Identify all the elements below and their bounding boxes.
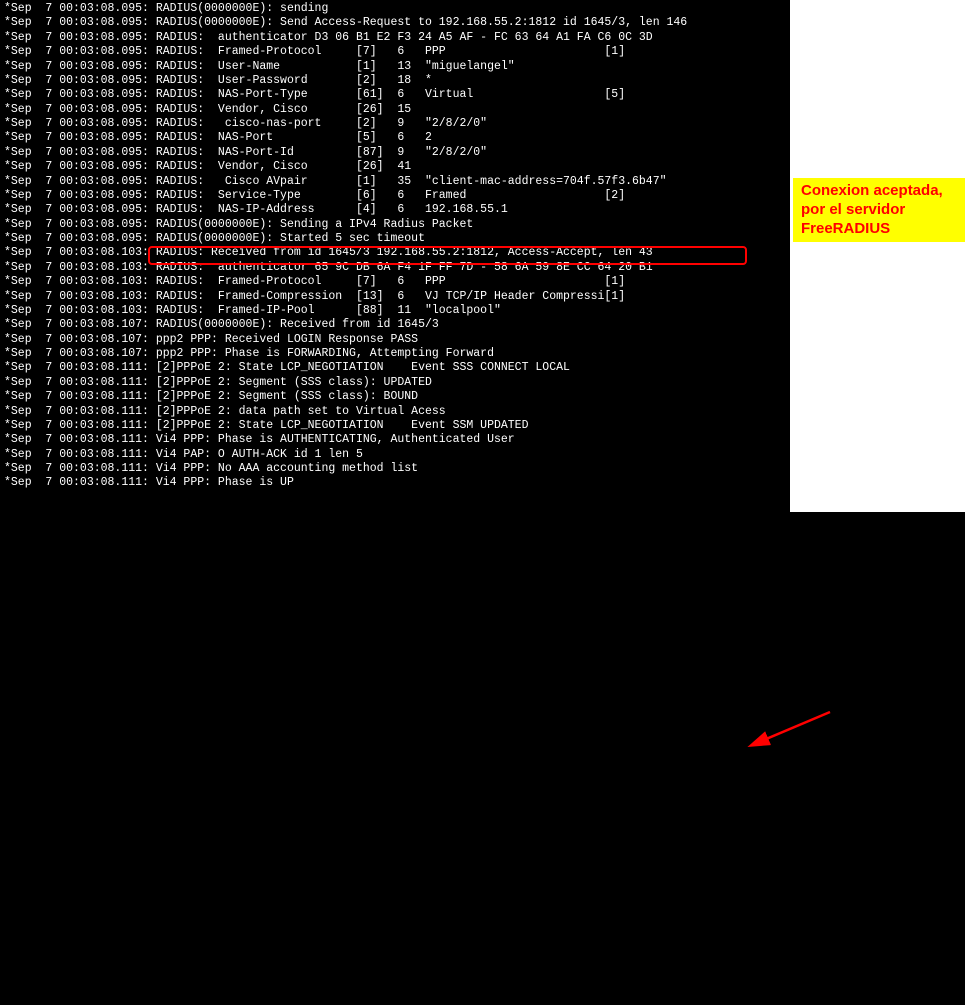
- log-line: *Sep 7 00:03:08.111: Vi4 PPP: Phase is A…: [4, 433, 794, 447]
- log-line: *Sep 7 00:03:08.095: RADIUS(0000000E): S…: [4, 218, 794, 232]
- log-line: *Sep 7 00:03:08.103: RADIUS: Framed-Prot…: [4, 275, 794, 289]
- log-line: *Sep 7 00:03:08.095: RADIUS(0000000E): s…: [4, 2, 794, 16]
- log-line: *Sep 7 00:03:08.111: [2]PPPoE 2: data pa…: [4, 405, 794, 419]
- log-line: *Sep 7 00:03:08.103: RADIUS: authenticat…: [4, 261, 794, 275]
- callout-line2: por el servidor FreeRADIUS: [801, 201, 905, 237]
- log-line: *Sep 7 00:03:08.111: [2]PPPoE 2: Segment…: [4, 376, 794, 390]
- log-line: *Sep 7 00:03:08.107: ppp2 PPP: Received …: [4, 333, 794, 347]
- log-line: *Sep 7 00:03:08.095: RADIUS: Vendor, Cis…: [4, 160, 794, 174]
- right-background: [790, 0, 965, 512]
- log-line: *Sep 7 00:03:08.111: Vi4 PPP: Phase is U…: [4, 476, 794, 490]
- callout-line1: Conexion aceptada,: [801, 182, 943, 199]
- log-line: *Sep 7 00:03:08.095: RADIUS: Vendor, Cis…: [4, 103, 794, 117]
- log-line: *Sep 7 00:03:08.111: Vi4 PAP: O AUTH-ACK…: [4, 448, 794, 462]
- log-line: *Sep 7 00:03:08.103: RADIUS: Received fr…: [4, 246, 794, 260]
- log-line: *Sep 7 00:03:08.107: ppp2 PPP: Phase is …: [4, 347, 794, 361]
- log-line: *Sep 7 00:03:08.095: RADIUS: NAS-Port-Ty…: [4, 88, 794, 102]
- log-line: *Sep 7 00:03:08.095: RADIUS: User-Name […: [4, 60, 794, 74]
- log-line: *Sep 7 00:03:08.095: RADIUS(0000000E): S…: [4, 232, 794, 246]
- log-line: *Sep 7 00:03:08.095: RADIUS: NAS-Port [5…: [4, 131, 794, 145]
- log-line: *Sep 7 00:03:08.111: [2]PPPoE 2: Segment…: [4, 390, 794, 404]
- terminal-output: *Sep 7 00:03:08.095: RADIUS(0000000E): s…: [0, 0, 798, 493]
- log-line: *Sep 7 00:03:08.095: RADIUS: Service-Typ…: [4, 189, 794, 203]
- log-line: *Sep 7 00:03:08.095: RADIUS: cisco-nas-p…: [4, 117, 794, 131]
- log-line: *Sep 7 00:03:08.095: RADIUS: NAS-Port-Id…: [4, 146, 794, 160]
- log-line: *Sep 7 00:03:08.111: [2]PPPoE 2: State L…: [4, 361, 794, 375]
- log-line: *Sep 7 00:03:08.111: [2]PPPoE 2: State L…: [4, 419, 794, 433]
- log-line: *Sep 7 00:03:08.103: RADIUS: Framed-Comp…: [4, 290, 794, 304]
- log-line: *Sep 7 00:03:08.095: RADIUS: authenticat…: [4, 31, 794, 45]
- log-line: *Sep 7 00:03:08.095: RADIUS: Cisco AVpai…: [4, 175, 794, 189]
- callout-arrow: [0, 493, 965, 1005]
- log-line: *Sep 7 00:03:08.095: RADIUS(0000000E): S…: [4, 16, 794, 30]
- log-line: *Sep 7 00:03:08.111: Vi4 PPP: No AAA acc…: [4, 462, 794, 476]
- callout-label: Conexion aceptada, por el servidor FreeR…: [793, 178, 965, 242]
- log-line: *Sep 7 00:03:08.095: RADIUS: User-Passwo…: [4, 74, 794, 88]
- log-line: *Sep 7 00:03:08.095: RADIUS: NAS-IP-Addr…: [4, 203, 794, 217]
- log-line: *Sep 7 00:03:08.103: RADIUS: Framed-IP-P…: [4, 304, 794, 318]
- log-line: *Sep 7 00:03:08.095: RADIUS: Framed-Prot…: [4, 45, 794, 59]
- log-line: *Sep 7 00:03:08.107: RADIUS(0000000E): R…: [4, 318, 794, 332]
